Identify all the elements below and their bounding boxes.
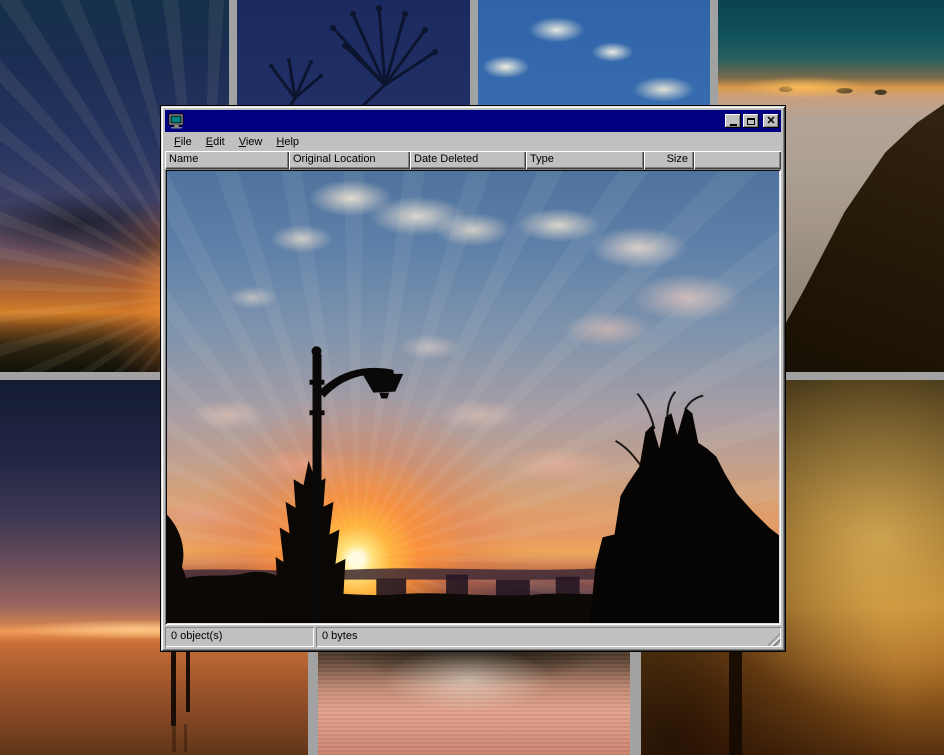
lake-pole-reflection bbox=[170, 724, 192, 752]
close-button[interactable]: ✕ bbox=[763, 114, 779, 128]
resize-grip[interactable] bbox=[767, 633, 780, 646]
status-bytes: 0 bytes bbox=[316, 627, 781, 647]
title-bar[interactable]: ✕ bbox=[165, 110, 781, 132]
column-header-filler bbox=[694, 151, 781, 169]
column-header-row: Name Original Location Date Deleted Type… bbox=[165, 151, 781, 169]
column-header-size[interactable]: Size bbox=[644, 151, 694, 169]
column-header-date-deleted[interactable]: Date Deleted bbox=[410, 151, 526, 169]
column-header-original-location[interactable]: Original Location bbox=[289, 151, 410, 169]
sunset-streetlamp-photo bbox=[167, 171, 779, 623]
photo-silhouettes bbox=[167, 171, 779, 623]
status-objects: 0 object(s) bbox=[165, 627, 314, 647]
status-bar: 0 object(s) 0 bytes bbox=[165, 627, 781, 647]
list-view-area[interactable] bbox=[165, 169, 781, 625]
minimize-icon bbox=[730, 124, 737, 126]
column-header-name[interactable]: Name bbox=[165, 151, 289, 169]
maximize-button[interactable] bbox=[743, 114, 759, 128]
minimize-button[interactable] bbox=[725, 114, 741, 128]
menu-file[interactable]: File bbox=[167, 134, 199, 150]
lake-pole bbox=[171, 646, 176, 726]
close-icon: ✕ bbox=[766, 116, 775, 126]
maximize-icon bbox=[747, 118, 755, 125]
column-header-type[interactable]: Type bbox=[526, 151, 644, 169]
menu-view[interactable]: View bbox=[232, 134, 270, 150]
menu-bar: File Edit View Help bbox=[165, 132, 781, 151]
computer-icon bbox=[168, 113, 185, 129]
recycle-bin-window: ✕ File Edit View Help Name Original Loca… bbox=[160, 105, 786, 652]
menu-help[interactable]: Help bbox=[269, 134, 306, 150]
menu-edit[interactable]: Edit bbox=[199, 134, 232, 150]
